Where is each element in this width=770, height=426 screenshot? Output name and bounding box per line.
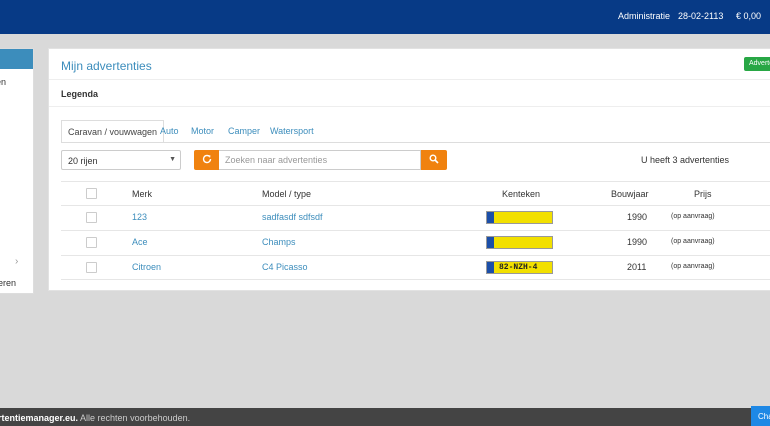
tab-watersport[interactable]: Watersport <box>270 120 314 142</box>
chevron-right-icon[interactable]: › <box>15 256 18 267</box>
current-date: 28-02-2113 <box>678 11 724 21</box>
tab-caravan[interactable]: Caravan / vouwwagen <box>61 120 165 143</box>
rows-select-value: 20 rijen <box>68 156 98 166</box>
footer-text: rtentiemanager.eu. Alle rechten voorbeho… <box>0 413 190 423</box>
tab-underline <box>61 142 770 143</box>
sidebar-item-label[interactable]: en <box>0 77 6 87</box>
refresh-icon <box>202 154 211 164</box>
search-icon <box>429 154 439 164</box>
row-bouwjaar: 1990 <box>627 237 648 247</box>
license-plate: 82-NZH-4 <box>486 261 553 274</box>
administratie-link[interactable]: Administratie <box>618 11 670 21</box>
search-input[interactable] <box>219 150 421 170</box>
row-prijs: (op aanvraag) <box>671 238 715 245</box>
license-plate <box>486 236 553 249</box>
row-model-link[interactable]: sadfasdf sdfsdf <box>262 212 323 222</box>
footer-site-link[interactable]: rtentiemanager.eu. <box>0 413 78 423</box>
tab-camper[interactable]: Camper <box>228 120 260 142</box>
footer: rtentiemanager.eu. Alle rechten voorbeho… <box>0 408 770 426</box>
license-plate <box>486 211 553 224</box>
eu-flag-icon <box>487 237 494 248</box>
search-button[interactable] <box>421 150 447 170</box>
row-merk-link[interactable]: Citroen <box>132 262 161 272</box>
row-bouwjaar: 1990 <box>627 212 648 222</box>
row-checkbox[interactable] <box>86 262 97 273</box>
new-advert-button[interactable]: Advertentie <box>744 57 770 71</box>
row-checkbox[interactable] <box>86 212 97 223</box>
eu-flag-icon <box>487 212 494 223</box>
eu-flag-icon <box>487 262 494 273</box>
tab-motor[interactable]: Motor <box>191 120 214 142</box>
divider <box>49 106 770 107</box>
page-title: Mijn advertenties <box>61 59 152 73</box>
legenda-heading[interactable]: Legenda <box>61 89 98 99</box>
ads-panel: Mijn advertenties Advertentie Legenda Ca… <box>48 48 770 291</box>
refresh-button[interactable] <box>194 150 219 170</box>
ads-count: U heeft 3 advertenties <box>641 155 730 165</box>
top-navbar: Administratie 28-02-2113 € 0,00 <box>0 0 770 34</box>
row-model-link[interactable]: Champs <box>262 237 296 247</box>
row-merk-link[interactable]: Ace <box>132 237 148 247</box>
sidebar: en › lieren <box>0 48 34 294</box>
row-prijs: (op aanvraag) <box>671 263 715 270</box>
row-divider <box>61 279 770 280</box>
col-header-model[interactable]: Model / type <box>262 189 311 199</box>
balance-link[interactable]: € 0,00 <box>736 11 761 21</box>
row-divider <box>61 205 770 206</box>
table-top-border <box>61 181 770 182</box>
sidebar-item-label[interactable]: lieren <box>0 278 16 288</box>
row-prijs: (op aanvraag) <box>671 213 715 220</box>
tab-auto[interactable]: Auto <box>160 120 179 142</box>
rows-per-page-select[interactable]: 20 rijen ▼ <box>61 150 181 170</box>
col-header-bouwjaar[interactable]: Bouwjaar <box>611 189 649 199</box>
sidebar-item-active[interactable] <box>0 49 33 69</box>
select-all-checkbox[interactable] <box>86 188 97 199</box>
row-model-link[interactable]: C4 Picasso <box>262 262 308 272</box>
col-header-prijs[interactable]: Prijs <box>694 189 712 199</box>
row-merk-link[interactable]: 123 <box>132 212 147 222</box>
col-header-kenteken[interactable]: Kenteken <box>502 189 540 199</box>
col-header-merk[interactable]: Merk <box>132 189 152 199</box>
divider <box>49 79 770 80</box>
row-divider <box>61 230 770 231</box>
footer-rights: Alle rechten voorbehouden. <box>78 413 191 423</box>
chat-button[interactable]: Chat <box>751 406 770 426</box>
row-checkbox[interactable] <box>86 237 97 248</box>
caret-down-icon: ▼ <box>169 156 176 163</box>
row-bouwjaar: 2011 <box>627 262 647 272</box>
row-divider <box>61 255 770 256</box>
